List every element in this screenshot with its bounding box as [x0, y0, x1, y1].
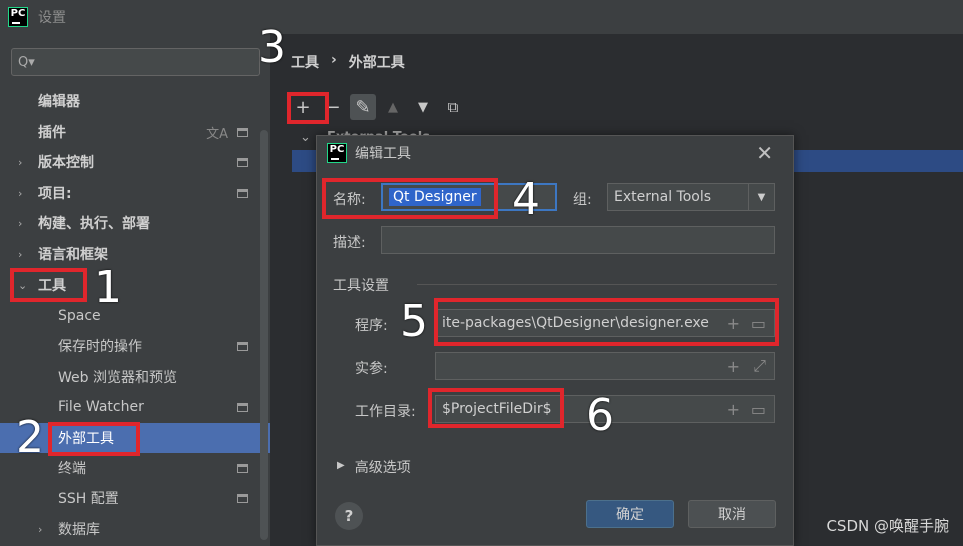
dialog-title-bar: PC 编辑工具 [317, 136, 793, 170]
sidebar-item-database[interactable]: › 数据库 [0, 514, 260, 544]
cancel-button[interactable]: 取消 [688, 500, 776, 528]
sidebar-item-plugins[interactable]: 插件 文A [0, 117, 260, 147]
step-number-6: 6 [586, 390, 614, 441]
insert-macro-icon[interactable]: + [727, 357, 740, 376]
annotation-box-name [322, 178, 498, 219]
section-divider [417, 284, 777, 285]
folder-icon[interactable]: ▭ [751, 400, 766, 419]
sidebar-item-project[interactable]: › 项目: [0, 178, 260, 208]
settings-scope-icon [237, 463, 248, 473]
step-number-5: 5 [400, 296, 428, 347]
title-bar: PC 设置 [0, 0, 963, 34]
copy-icon[interactable]: ⧉ [440, 94, 466, 120]
search-icon: Q▾ [18, 54, 35, 70]
settings-scope-icon [237, 188, 248, 198]
expand-icon[interactable]: ⤢ [753, 356, 766, 376]
annotation-box-program [434, 298, 779, 346]
settings-scope-icon [237, 127, 248, 137]
insert-macro-icon[interactable]: + [727, 400, 740, 419]
sidebar-item-languages[interactable]: › 语言和框架 [0, 239, 260, 269]
sidebar-scrollbar[interactable] [260, 130, 268, 540]
step-number-4: 4 [512, 174, 540, 225]
pycharm-logo-icon: PC [8, 7, 28, 27]
sidebar-item-save-actions[interactable]: 保存时的操作 [0, 331, 260, 361]
arguments-field[interactable]: + ⤢ [435, 352, 775, 380]
description-label: 描述: [333, 235, 366, 251]
chevron-right-icon: ▶ [337, 460, 345, 471]
annotation-box-workdir [428, 388, 564, 428]
step-number-1: 1 [94, 262, 122, 313]
sidebar-item-space[interactable]: Space [0, 301, 260, 331]
settings-scope-icon [237, 493, 248, 503]
advanced-options-toggle[interactable]: ▶ 高级选项 [337, 457, 411, 477]
move-up-icon[interactable]: ▲ [380, 94, 406, 120]
working-dir-label: 工作目录: [355, 404, 416, 420]
group-select[interactable]: External Tools ▼ [607, 183, 775, 211]
ok-button[interactable]: 确定 [586, 500, 674, 528]
breadcrumb: 工具 › 外部工具 [291, 52, 405, 71]
edit-icon[interactable]: ✎ [350, 94, 376, 120]
chevron-down-icon: ⌄ [300, 130, 311, 145]
annotation-box-tools [10, 268, 87, 302]
sidebar-item-ssh-config[interactable]: SSH 配置 [0, 483, 260, 513]
sidebar-item-build[interactable]: › 构建、执行、部署 [0, 208, 260, 238]
group-label: 组: [573, 192, 592, 208]
settings-scope-icon [237, 402, 248, 412]
chevron-right-icon: › [18, 186, 23, 200]
description-field[interactable] [381, 226, 775, 254]
sidebar-item-web-browsers[interactable]: Web 浏览器和预览 [0, 362, 260, 392]
search-input[interactable]: Q▾ [11, 48, 260, 76]
chevron-down-icon[interactable]: ▼ [748, 184, 774, 210]
help-icon[interactable]: ? [335, 502, 363, 530]
move-down-icon[interactable]: ▼ [410, 94, 436, 120]
sidebar-item-vcs[interactable]: › 版本控制 [0, 147, 260, 177]
program-label: 程序: [355, 318, 388, 334]
chevron-right-icon: › [18, 216, 23, 230]
chevron-right-icon: › [18, 155, 23, 169]
chevron-right-icon: › [18, 247, 23, 261]
close-icon[interactable]: ✕ [756, 141, 773, 165]
tool-settings-label: 工具设置 [333, 278, 389, 294]
dialog-title: 编辑工具 [355, 146, 411, 162]
step-number-3: 3 [258, 22, 286, 73]
chevron-right-icon: › [38, 522, 43, 536]
sidebar-item-editor[interactable]: 编辑器 [0, 86, 260, 116]
arguments-label: 实参: [355, 361, 388, 377]
settings-scope-icon [237, 157, 248, 167]
pycharm-logo-icon: PC [327, 143, 347, 163]
translate-icon: 文A [206, 126, 228, 142]
settings-scope-icon [237, 341, 248, 351]
annotation-box-external-tools [48, 422, 140, 456]
window-title: 设置 [38, 10, 66, 26]
step-number-2: 2 [16, 412, 44, 463]
watermark: CSDN @唤醒手腕 [826, 517, 949, 535]
annotation-box-add [287, 92, 329, 124]
